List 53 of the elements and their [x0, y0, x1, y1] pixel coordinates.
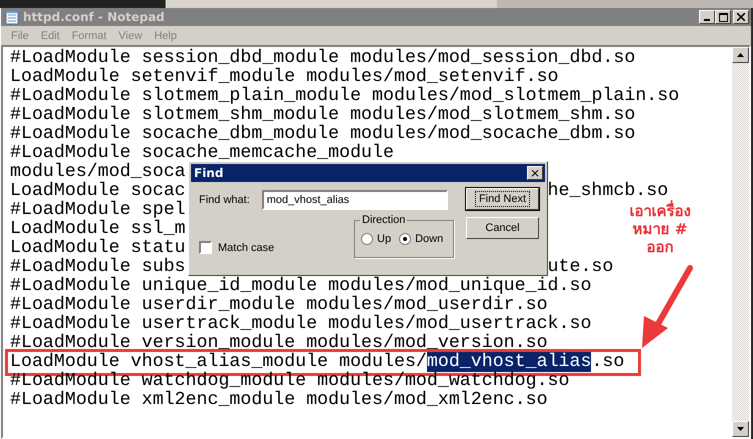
close-button[interactable]: ×: [527, 166, 543, 180]
match-case-checkbox[interactable]: [199, 241, 212, 254]
code-line: #LoadModule xml2enc_module modules/mod_xml2enc.so: [10, 391, 548, 410]
radio-label: Up: [377, 233, 392, 245]
dialog-title: Find: [194, 166, 224, 180]
direction-label: Direction: [360, 214, 408, 226]
code-line: ute.so: [548, 258, 614, 277]
code-line: #LoadModule slotmem_plain_module modules/mod_slotmem_plain.so: [10, 87, 680, 106]
up-arrow-icon: [737, 53, 744, 57]
annotation-text: เอาเครื่อง: [630, 202, 690, 220]
find-next-button[interactable]: Find Next: [466, 188, 539, 210]
code-line: #LoadModule socache_dbm_module modules/mod_socache_dbm.so: [10, 125, 636, 144]
code-line: #LoadModule watchdog_module modules/mod_watchdog.so: [10, 372, 570, 391]
menu-item[interactable]: File: [5, 30, 35, 42]
code-line: LoadModule vhost_alias_module modules/mod_vhost_alias.so: [10, 353, 624, 372]
menu-item[interactable]: Edit: [34, 30, 66, 42]
menu-item[interactable]: View: [112, 30, 148, 42]
code-line: #LoadModule subs: [10, 258, 186, 277]
radio-button[interactable]: [361, 233, 373, 245]
code-line: LoadModule statu: [10, 239, 186, 258]
scroll-up-button[interactable]: [732, 47, 749, 63]
notepad-icon: [5, 10, 19, 24]
maximize-button[interactable]: [715, 10, 731, 24]
annotation-text: หมาย #: [632, 220, 688, 238]
code-line: LoadModule setenvif_module modules/mod_setenvif.so: [10, 68, 559, 87]
code-line: #LoadModule socache_memcache_module: [10, 144, 394, 163]
close-icon: [737, 13, 745, 21]
code-line: #LoadModule spel: [10, 201, 186, 220]
code-line: he_shmcb.so: [548, 182, 668, 201]
code-line: LoadModule socac: [10, 182, 186, 201]
menu-item[interactable]: Format: [66, 30, 113, 42]
minimize-button[interactable]: [699, 10, 715, 24]
close-button[interactable]: [733, 10, 749, 24]
code-line: #LoadModule version_module modules/mod_version.so: [10, 334, 548, 353]
radio-label: Down: [415, 233, 444, 245]
code-line: #LoadModule session_dbd_module modules/mod_session_dbd.so: [10, 49, 636, 68]
window-title: httpd.conf - Notepad: [23, 10, 165, 24]
cancel-button[interactable]: Cancel: [466, 217, 539, 239]
match-case-label: Match case: [218, 242, 274, 254]
code-line: #LoadModule usertrack_module modules/mod_usertrack.so: [10, 315, 592, 334]
code-line: #LoadModule userdir_module modules/mod_userdir.so: [10, 296, 548, 315]
code-line: modules/mod_soca: [10, 163, 186, 182]
find-what-field[interactable]: mod_vhost_alias: [262, 190, 448, 210]
find-what-label: Find what:: [199, 194, 250, 206]
code-line: LoadModule ssl_m: [10, 220, 186, 239]
code-line: #LoadModule slotmem_shm_module modules/mod_slotmem_shm.so: [10, 106, 636, 125]
scroll-down-button[interactable]: [732, 421, 749, 437]
radio-button[interactable]: [399, 233, 412, 245]
down-arrow-icon: [737, 427, 744, 431]
annotation-text: ออก: [646, 238, 674, 256]
maximize-icon: [718, 12, 728, 22]
code-line: #LoadModule unique_id_module modules/mod_unique_id.so: [10, 277, 592, 296]
menu-item[interactable]: Help: [148, 30, 183, 42]
